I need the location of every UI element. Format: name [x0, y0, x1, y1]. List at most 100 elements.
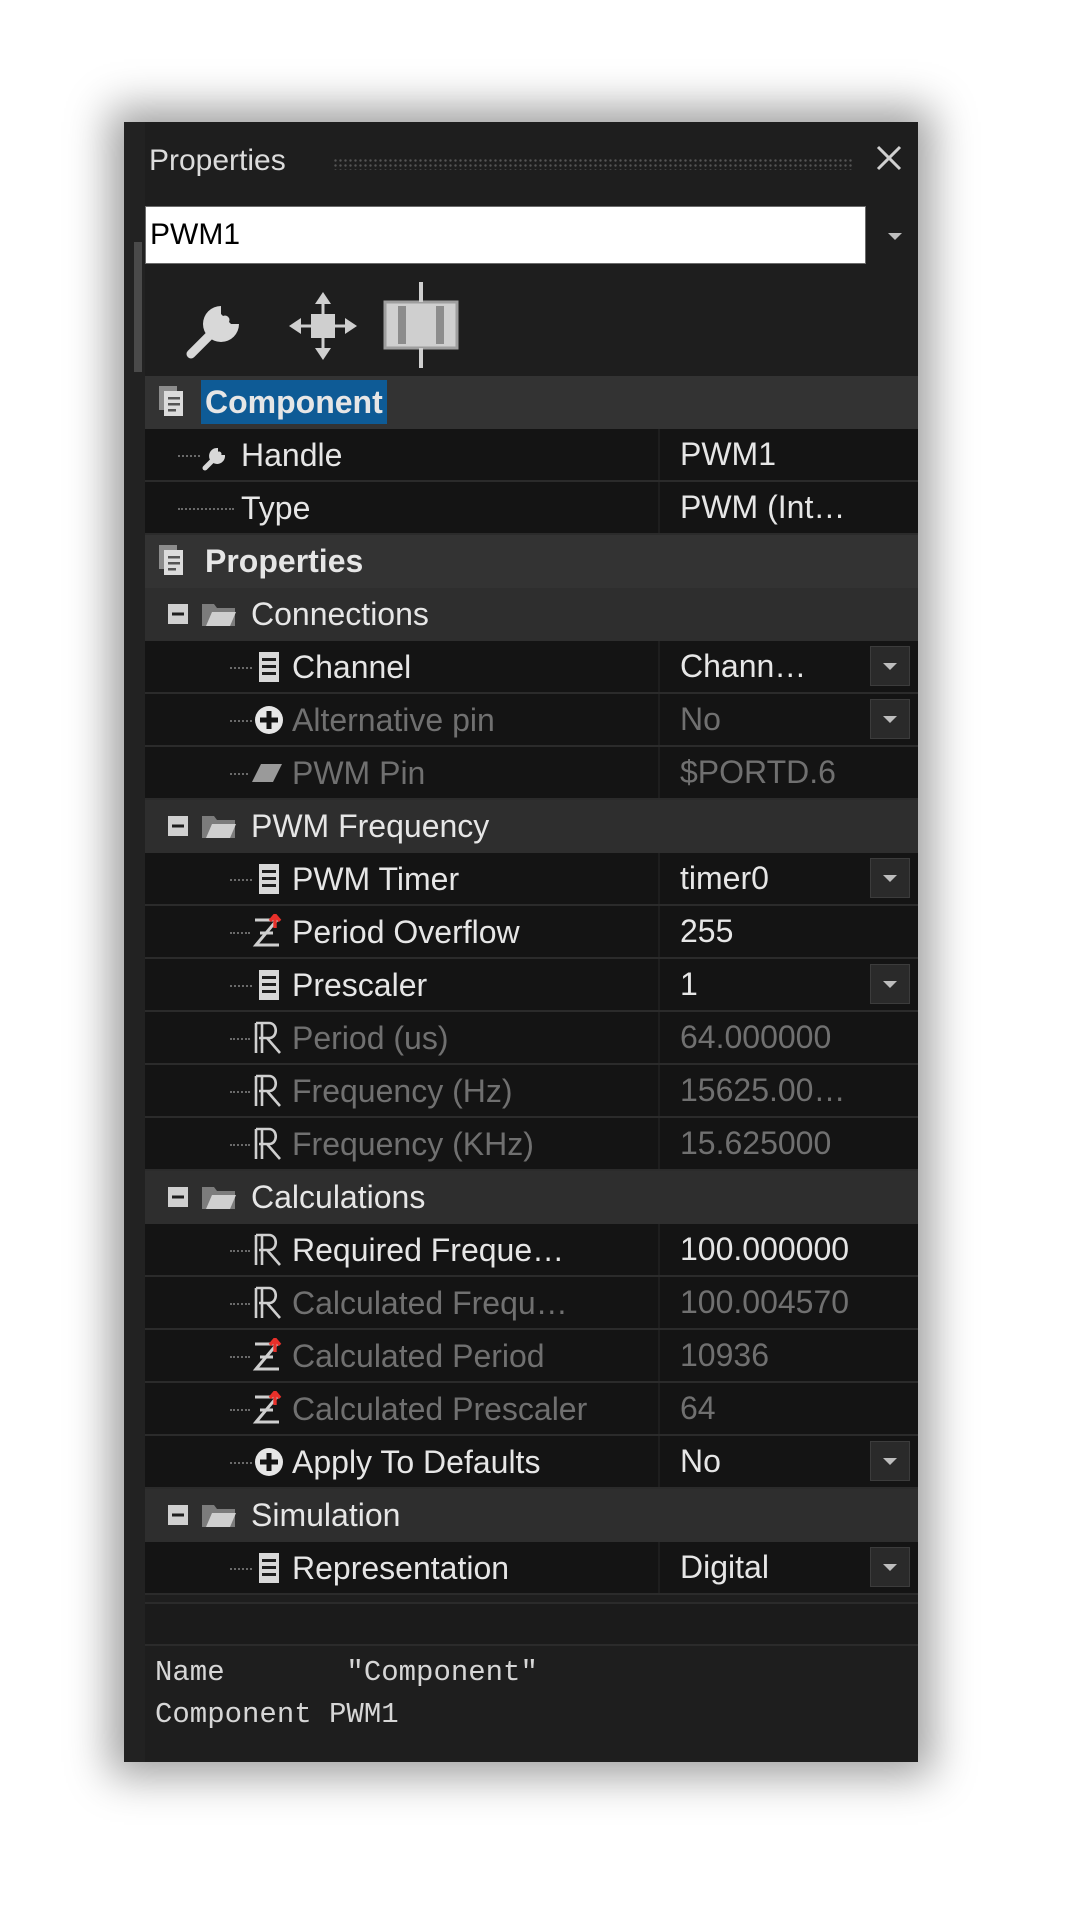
property-value-calculated-frequency: 100.004570: [680, 1284, 850, 1320]
boolean-icon: [253, 1446, 285, 1478]
property-name-apply-to-defaults: Apply To Defaults: [292, 1444, 541, 1480]
property-value-cell[interactable]: Digital: [660, 1542, 918, 1593]
property-name-cell: Frequency (Hz): [145, 1065, 658, 1116]
chevron-down-icon[interactable]: [870, 1547, 910, 1587]
chevron-down-icon[interactable]: [870, 1441, 910, 1481]
splitter-handle[interactable]: [134, 242, 142, 372]
panel-title-bar[interactable]: Properties: [145, 122, 918, 202]
real-number-icon: [251, 1073, 283, 1109]
group-label-calculations: Calculations: [251, 1179, 426, 1215]
collapse-icon[interactable]: [167, 1504, 189, 1526]
property-value-cell[interactable]: 1: [660, 959, 918, 1010]
property-name-period-overflow: Period Overflow: [292, 914, 520, 950]
property-value-cell[interactable]: 100.004570: [660, 1277, 918, 1328]
tree-line: [230, 932, 250, 934]
property-row-calculated-period[interactable]: Calculated Period 10936: [145, 1330, 918, 1383]
property-value-cell[interactable]: 15.625000: [660, 1118, 918, 1169]
property-name-cell: Period (us): [145, 1012, 658, 1063]
property-name-prescaler: Prescaler: [292, 967, 428, 1003]
property-value-frequency-hz: 15625.00…: [680, 1072, 846, 1108]
list-icon: [257, 863, 281, 895]
group-simulation[interactable]: Simulation: [145, 1489, 918, 1542]
close-icon[interactable]: [869, 136, 909, 180]
property-row-calculated-frequency[interactable]: Calculated Frequ… 100.004570: [145, 1277, 918, 1330]
property-row-apply-to-defaults[interactable]: Apply To Defaults No: [145, 1436, 918, 1489]
property-name-period-us: Period (us): [292, 1020, 449, 1056]
folder-icon: [201, 601, 237, 627]
property-row-required-frequency[interactable]: Required Freque… 100.000000: [145, 1224, 918, 1277]
chevron-down-icon[interactable]: [870, 699, 910, 739]
category-icon: [157, 384, 185, 418]
tree-line: [230, 1144, 250, 1146]
property-name-cell: Period Overflow: [145, 906, 658, 957]
property-name-cell: Apply To Defaults: [145, 1436, 658, 1487]
tree-line: [178, 455, 200, 457]
property-value-cell[interactable]: PWM (Int…: [660, 482, 918, 533]
property-value-cell[interactable]: PWM1: [660, 429, 918, 480]
chevron-down-icon[interactable]: [870, 646, 910, 686]
property-name-channel: Channel: [292, 649, 412, 685]
properties-toolbar: [145, 278, 918, 374]
title-grip: [333, 158, 853, 170]
chevron-down-icon[interactable]: [870, 964, 910, 1004]
property-row-handle[interactable]: Handle PWM1: [145, 429, 918, 482]
chevron-down-icon[interactable]: [870, 858, 910, 898]
property-row-alternative-pin[interactable]: Alternative pin No: [145, 694, 918, 747]
section-properties[interactable]: Properties: [145, 535, 918, 588]
object-selector-field[interactable]: PWM1: [145, 206, 866, 264]
panel-title: Properties: [149, 144, 286, 177]
property-value-cell[interactable]: Chann…: [660, 641, 918, 692]
collapse-icon[interactable]: [167, 815, 189, 837]
group-calculations[interactable]: Calculations: [145, 1171, 918, 1224]
property-value-calculated-period: 10936: [680, 1337, 769, 1373]
tree-line: [230, 1462, 252, 1464]
property-row-period-us[interactable]: Period (us) 64.000000: [145, 1012, 918, 1065]
wrench-icon[interactable]: [181, 288, 257, 364]
pin-icon: [251, 762, 283, 784]
section-component[interactable]: Component: [145, 376, 918, 429]
property-row-period-overflow[interactable]: Period Overflow 255: [145, 906, 918, 959]
integer-icon: [251, 914, 285, 950]
properties-panel: Properties PWM1 Component Handle PWM1 Ty…: [124, 122, 918, 1762]
property-value-cell[interactable]: 15625.00…: [660, 1065, 918, 1116]
property-value-cell[interactable]: 100.000000: [660, 1224, 918, 1275]
real-number-icon: [251, 1126, 283, 1162]
property-row-pwm-pin[interactable]: PWM Pin $PORTD.6: [145, 747, 918, 800]
property-row-frequency-hz[interactable]: Frequency (Hz) 15625.00…: [145, 1065, 918, 1118]
property-row-prescaler[interactable]: Prescaler 1: [145, 959, 918, 1012]
property-value-cell[interactable]: timer0: [660, 853, 918, 904]
property-row-type[interactable]: Type PWM (Int…: [145, 482, 918, 535]
property-name-handle: Handle: [241, 437, 343, 473]
property-row-representation[interactable]: Representation Digital: [145, 1542, 918, 1595]
property-name-cell: Frequency (KHz): [145, 1118, 658, 1169]
property-name-cell: Calculated Period: [145, 1330, 658, 1381]
description-pane: Name "Component" Component PWM1: [145, 1646, 918, 1762]
category-icon: [157, 543, 185, 577]
property-name-cell: Handle: [145, 429, 658, 480]
selector-dropdown-button[interactable]: [872, 206, 918, 264]
real-number-icon: [251, 1020, 283, 1056]
collapse-icon[interactable]: [167, 1186, 189, 1208]
property-value-cell[interactable]: 10936: [660, 1330, 918, 1381]
property-row-pwm-timer[interactable]: PWM Timer timer0: [145, 853, 918, 906]
collapse-icon[interactable]: [167, 603, 189, 625]
tree-line: [230, 1250, 250, 1252]
property-row-channel[interactable]: Channel Chann…: [145, 641, 918, 694]
property-name-cell: Type: [145, 482, 658, 533]
property-row-calculated-prescaler[interactable]: Calculated Prescaler 64: [145, 1383, 918, 1436]
property-value-period-us: 64.000000: [680, 1019, 832, 1055]
property-value-cell[interactable]: 255: [660, 906, 918, 957]
description-component-line: Component PWM1: [155, 1698, 399, 1731]
property-value-cell[interactable]: 64.000000: [660, 1012, 918, 1063]
section-label-component: Component: [201, 380, 387, 424]
property-value-cell[interactable]: $PORTD.6: [660, 747, 918, 798]
group-connections[interactable]: Connections: [145, 588, 918, 641]
property-row-frequency-khz[interactable]: Frequency (KHz) 15.625000: [145, 1118, 918, 1171]
property-value-cell[interactable]: No: [660, 1436, 918, 1487]
property-value-cell[interactable]: No: [660, 694, 918, 745]
list-icon: [257, 969, 281, 1001]
component-icon[interactable]: [381, 280, 461, 370]
group-pwm-frequency[interactable]: PWM Frequency: [145, 800, 918, 853]
move-icon[interactable]: [285, 288, 361, 364]
property-value-cell[interactable]: 64: [660, 1383, 918, 1434]
